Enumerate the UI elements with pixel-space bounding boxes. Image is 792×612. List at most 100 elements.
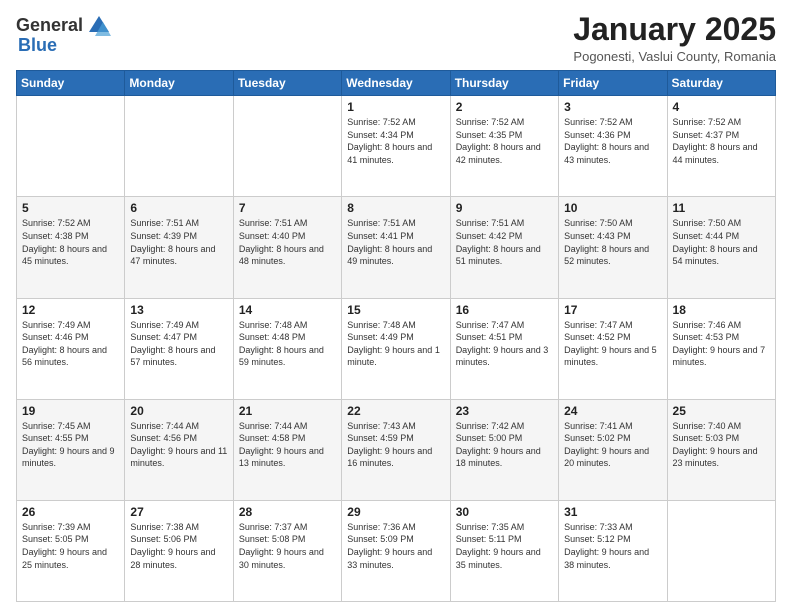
calendar-cell: 17 Sunrise: 7:47 AM Sunset: 4:52 PM Dayli… bbox=[559, 298, 667, 399]
day-number: 24 bbox=[564, 404, 661, 418]
day-number: 23 bbox=[456, 404, 553, 418]
day-number: 15 bbox=[347, 303, 444, 317]
day-info: Sunrise: 7:52 AM Sunset: 4:34 PM Dayligh… bbox=[347, 116, 444, 166]
calendar-cell bbox=[125, 96, 233, 197]
day-number: 16 bbox=[456, 303, 553, 317]
day-number: 28 bbox=[239, 505, 336, 519]
day-info: Sunrise: 7:51 AM Sunset: 4:39 PM Dayligh… bbox=[130, 217, 227, 267]
day-number: 27 bbox=[130, 505, 227, 519]
day-info: Sunrise: 7:40 AM Sunset: 5:03 PM Dayligh… bbox=[673, 420, 770, 470]
day-number: 18 bbox=[673, 303, 770, 317]
logo: General Blue bbox=[16, 12, 113, 56]
weekday-friday: Friday bbox=[559, 71, 667, 96]
calendar-cell bbox=[233, 96, 341, 197]
logo-icon bbox=[85, 12, 113, 40]
calendar-cell: 16 Sunrise: 7:47 AM Sunset: 4:51 PM Dayli… bbox=[450, 298, 558, 399]
page: General Blue January 2025 Pogonesti, Vas… bbox=[0, 0, 792, 612]
day-number: 7 bbox=[239, 201, 336, 215]
day-info: Sunrise: 7:46 AM Sunset: 4:53 PM Dayligh… bbox=[673, 319, 770, 369]
calendar-cell: 11 Sunrise: 7:50 AM Sunset: 4:44 PM Dayli… bbox=[667, 197, 775, 298]
day-number: 4 bbox=[673, 100, 770, 114]
day-number: 3 bbox=[564, 100, 661, 114]
calendar-week-1: 1 Sunrise: 7:52 AM Sunset: 4:34 PM Daylig… bbox=[17, 96, 776, 197]
day-number: 5 bbox=[22, 201, 119, 215]
calendar-header: SundayMondayTuesdayWednesdayThursdayFrid… bbox=[17, 71, 776, 96]
day-number: 12 bbox=[22, 303, 119, 317]
calendar-cell: 13Sunrise: 7:49 AM Sunset: 4:47 PM Dayli… bbox=[125, 298, 233, 399]
calendar-cell: 14 Sunrise: 7:48 AM Sunset: 4:48 PM Dayli… bbox=[233, 298, 341, 399]
weekday-thursday: Thursday bbox=[450, 71, 558, 96]
calendar-cell: 28 Sunrise: 7:37 AM Sunset: 5:08 PM Dayli… bbox=[233, 500, 341, 601]
day-number: 13 bbox=[130, 303, 227, 317]
calendar-title: January 2025 bbox=[573, 12, 776, 47]
day-number: 31 bbox=[564, 505, 661, 519]
day-number: 21 bbox=[239, 404, 336, 418]
day-info: Sunrise: 7:49 AM Sunset: 4:46 PM Dayligh… bbox=[22, 319, 119, 369]
day-number: 25 bbox=[673, 404, 770, 418]
day-info: Sunrise: 7:48 AM Sunset: 4:48 PM Dayligh… bbox=[239, 319, 336, 369]
calendar-cell: 9 Sunrise: 7:51 AM Sunset: 4:42 PM Daylig… bbox=[450, 197, 558, 298]
calendar-cell: 5 Sunrise: 7:52 AM Sunset: 4:38 PM Daylig… bbox=[17, 197, 125, 298]
day-number: 8 bbox=[347, 201, 444, 215]
day-info: Sunrise: 7:51 AM Sunset: 4:40 PM Dayligh… bbox=[239, 217, 336, 267]
day-number: 1 bbox=[347, 100, 444, 114]
day-number: 11 bbox=[673, 201, 770, 215]
day-info: Sunrise: 7:52 AM Sunset: 4:37 PM Dayligh… bbox=[673, 116, 770, 166]
day-number: 17 bbox=[564, 303, 661, 317]
day-info: Sunrise: 7:47 AM Sunset: 4:51 PM Dayligh… bbox=[456, 319, 553, 369]
title-block: January 2025 Pogonesti, Vaslui County, R… bbox=[573, 12, 776, 64]
calendar-table: SundayMondayTuesdayWednesdayThursdayFrid… bbox=[16, 70, 776, 602]
calendar-body: 1 Sunrise: 7:52 AM Sunset: 4:34 PM Daylig… bbox=[17, 96, 776, 602]
day-info: Sunrise: 7:50 AM Sunset: 4:44 PM Dayligh… bbox=[673, 217, 770, 267]
day-info: Sunrise: 7:36 AM Sunset: 5:09 PM Dayligh… bbox=[347, 521, 444, 571]
calendar-cell: 2Sunrise: 7:52 AM Sunset: 4:35 PM Daylig… bbox=[450, 96, 558, 197]
calendar-cell: 26Sunrise: 7:39 AM Sunset: 5:05 PM Dayli… bbox=[17, 500, 125, 601]
calendar-cell: 19 Sunrise: 7:45 AM Sunset: 4:55 PM Dayli… bbox=[17, 399, 125, 500]
calendar-cell: 1 Sunrise: 7:52 AM Sunset: 4:34 PM Daylig… bbox=[342, 96, 450, 197]
day-number: 29 bbox=[347, 505, 444, 519]
calendar-cell: 22Sunrise: 7:43 AM Sunset: 4:59 PM Dayli… bbox=[342, 399, 450, 500]
day-info: Sunrise: 7:43 AM Sunset: 4:59 PM Dayligh… bbox=[347, 420, 444, 470]
logo-general: General bbox=[16, 16, 83, 36]
day-number: 14 bbox=[239, 303, 336, 317]
calendar-cell bbox=[667, 500, 775, 601]
calendar-cell: 24Sunrise: 7:41 AM Sunset: 5:02 PM Dayli… bbox=[559, 399, 667, 500]
calendar-cell: 8 Sunrise: 7:51 AM Sunset: 4:41 PM Daylig… bbox=[342, 197, 450, 298]
day-info: Sunrise: 7:35 AM Sunset: 5:11 PM Dayligh… bbox=[456, 521, 553, 571]
calendar-cell: 10Sunrise: 7:50 AM Sunset: 4:43 PM Dayli… bbox=[559, 197, 667, 298]
calendar-week-5: 26Sunrise: 7:39 AM Sunset: 5:05 PM Dayli… bbox=[17, 500, 776, 601]
day-info: Sunrise: 7:33 AM Sunset: 5:12 PM Dayligh… bbox=[564, 521, 661, 571]
logo-blue: Blue bbox=[18, 36, 57, 56]
calendar-cell: 29 Sunrise: 7:36 AM Sunset: 5:09 PM Dayli… bbox=[342, 500, 450, 601]
calendar-week-4: 19 Sunrise: 7:45 AM Sunset: 4:55 PM Dayli… bbox=[17, 399, 776, 500]
day-info: Sunrise: 7:42 AM Sunset: 5:00 PM Dayligh… bbox=[456, 420, 553, 470]
day-info: Sunrise: 7:51 AM Sunset: 4:42 PM Dayligh… bbox=[456, 217, 553, 267]
day-info: Sunrise: 7:37 AM Sunset: 5:08 PM Dayligh… bbox=[239, 521, 336, 571]
day-number: 10 bbox=[564, 201, 661, 215]
calendar-week-3: 12 Sunrise: 7:49 AM Sunset: 4:46 PM Dayli… bbox=[17, 298, 776, 399]
day-info: Sunrise: 7:38 AM Sunset: 5:06 PM Dayligh… bbox=[130, 521, 227, 571]
calendar-cell bbox=[17, 96, 125, 197]
calendar-cell: 23 Sunrise: 7:42 AM Sunset: 5:00 PM Dayli… bbox=[450, 399, 558, 500]
day-number: 30 bbox=[456, 505, 553, 519]
calendar-cell: 18 Sunrise: 7:46 AM Sunset: 4:53 PM Dayli… bbox=[667, 298, 775, 399]
day-number: 9 bbox=[456, 201, 553, 215]
day-info: Sunrise: 7:52 AM Sunset: 4:38 PM Dayligh… bbox=[22, 217, 119, 267]
calendar-cell: 27 Sunrise: 7:38 AM Sunset: 5:06 PM Dayli… bbox=[125, 500, 233, 601]
calendar-cell: 31 Sunrise: 7:33 AM Sunset: 5:12 PM Dayli… bbox=[559, 500, 667, 601]
calendar-cell: 20Sunrise: 7:44 AM Sunset: 4:56 PM Dayli… bbox=[125, 399, 233, 500]
day-number: 26 bbox=[22, 505, 119, 519]
day-info: Sunrise: 7:52 AM Sunset: 4:36 PM Dayligh… bbox=[564, 116, 661, 166]
calendar-cell: 7 Sunrise: 7:51 AM Sunset: 4:40 PM Daylig… bbox=[233, 197, 341, 298]
day-info: Sunrise: 7:47 AM Sunset: 4:52 PM Dayligh… bbox=[564, 319, 661, 369]
weekday-header-row: SundayMondayTuesdayWednesdayThursdayFrid… bbox=[17, 71, 776, 96]
calendar-cell: 12 Sunrise: 7:49 AM Sunset: 4:46 PM Dayli… bbox=[17, 298, 125, 399]
calendar-week-2: 5 Sunrise: 7:52 AM Sunset: 4:38 PM Daylig… bbox=[17, 197, 776, 298]
weekday-wednesday: Wednesday bbox=[342, 71, 450, 96]
day-number: 19 bbox=[22, 404, 119, 418]
day-info: Sunrise: 7:45 AM Sunset: 4:55 PM Dayligh… bbox=[22, 420, 119, 470]
calendar-cell: 30 Sunrise: 7:35 AM Sunset: 5:11 PM Dayli… bbox=[450, 500, 558, 601]
day-info: Sunrise: 7:51 AM Sunset: 4:41 PM Dayligh… bbox=[347, 217, 444, 267]
day-info: Sunrise: 7:44 AM Sunset: 4:56 PM Dayligh… bbox=[130, 420, 227, 470]
day-number: 6 bbox=[130, 201, 227, 215]
